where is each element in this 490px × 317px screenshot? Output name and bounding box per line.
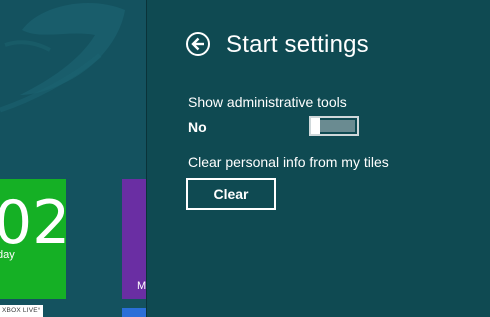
blue-tile[interactable] <box>122 308 146 317</box>
admin-tools-label: Show administrative tools <box>188 94 347 110</box>
calendar-day-number: 02 <box>0 188 66 258</box>
clear-info-label: Clear personal info from my tiles <box>188 154 389 170</box>
calendar-day-name: day <box>0 249 15 261</box>
admin-tools-toggle[interactable] <box>309 116 359 136</box>
settings-charm-pane: Start settings Show administrative tools… <box>146 0 490 317</box>
background-swirl-decoration <box>0 2 125 113</box>
pane-title: Start settings <box>226 31 369 58</box>
purple-tile-label: M <box>137 280 146 292</box>
start-screen: 02 day M XBOX LIVE° <box>0 0 146 317</box>
calendar-tile[interactable]: 02 day <box>0 179 66 299</box>
xbox-live-badge: XBOX LIVE° <box>0 305 43 317</box>
toggle-track <box>320 120 355 132</box>
admin-tools-state-text: No <box>188 119 207 135</box>
back-button[interactable] <box>186 32 210 56</box>
clear-button[interactable]: Clear <box>186 178 276 210</box>
back-arrow-icon <box>191 37 204 51</box>
toggle-thumb[interactable] <box>311 118 320 134</box>
purple-tile[interactable]: M <box>122 179 146 299</box>
